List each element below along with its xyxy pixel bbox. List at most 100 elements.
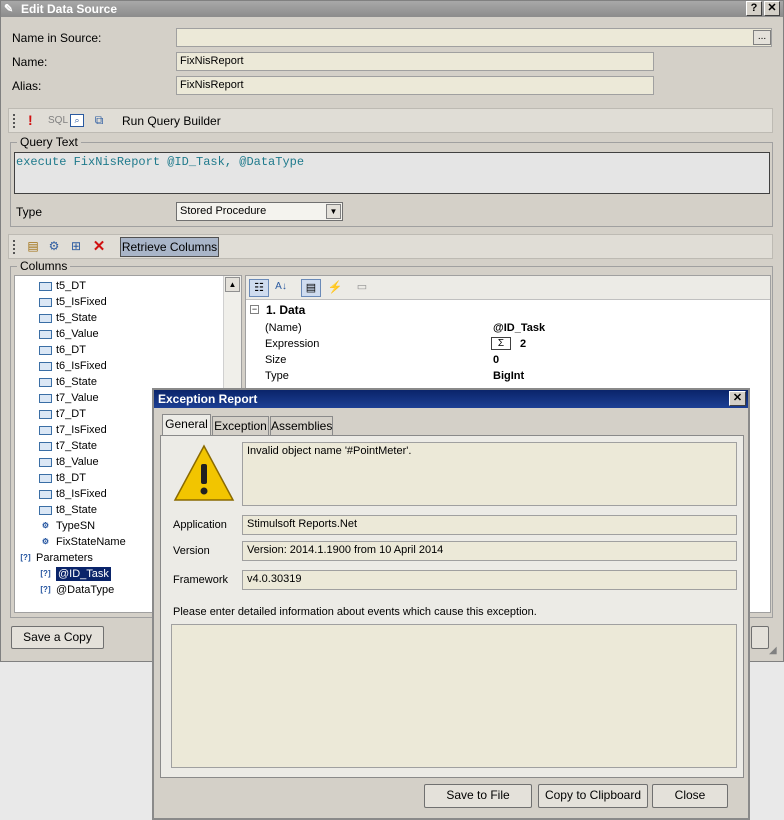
parameters-folder-icon: [?] bbox=[20, 553, 31, 563]
property-value[interactable]: 2 bbox=[520, 336, 526, 352]
save-to-file-button[interactable]: Save to File bbox=[424, 784, 532, 808]
query-builder-icon[interactable]: ⧉ bbox=[91, 113, 107, 128]
copy-to-clipboard-button[interactable]: Copy to Clipboard bbox=[538, 784, 648, 808]
close-button[interactable]: ✕ bbox=[764, 1, 780, 16]
column-icon bbox=[39, 345, 52, 355]
pencil-icon: ✎ bbox=[4, 3, 14, 15]
help-button[interactable]: ? bbox=[746, 1, 762, 16]
tree-item-column[interactable]: t5_IsFixed bbox=[19, 294, 225, 310]
tab-general[interactable]: General bbox=[162, 414, 211, 436]
column-name: t7_IsFixed bbox=[56, 424, 107, 436]
column-icon bbox=[39, 409, 52, 419]
sigma-icon[interactable]: Σ bbox=[491, 337, 511, 350]
column-name: t5_DT bbox=[56, 280, 86, 292]
column-icon bbox=[39, 281, 52, 291]
framework-label: Framework bbox=[173, 574, 229, 586]
new-column-icon[interactable]: ▤ bbox=[25, 239, 41, 254]
column-name: t6_Value bbox=[56, 328, 99, 340]
version-field[interactable]: Version: 2014.1.1900 from 10 April 2014 bbox=[242, 541, 737, 561]
type-label: Type bbox=[16, 205, 43, 219]
search-query-icon[interactable]: ⌕ bbox=[70, 114, 84, 127]
exclamation-icon[interactable]: ! bbox=[28, 112, 33, 128]
property-category: 1. Data bbox=[266, 303, 306, 317]
framework-field[interactable]: v4.0.30319 bbox=[242, 570, 737, 590]
new-parameter-icon[interactable]: ⊞ bbox=[68, 239, 84, 254]
retrieve-columns-button[interactable]: Retrieve Columns bbox=[120, 237, 219, 257]
query-toolbar: ! SQL ⌕ ⧉ Run Query Builder bbox=[8, 108, 773, 133]
property-value[interactable]: BigInt bbox=[493, 368, 524, 384]
columns-toolbar: ▤ ⚙ ⊞ ✕ Retrieve Columns bbox=[8, 234, 773, 259]
property-name: Type bbox=[265, 370, 289, 382]
type-select[interactable]: Stored Procedure ▼ bbox=[176, 202, 343, 221]
column-name: t7_Value bbox=[56, 392, 99, 404]
ok-button-partial[interactable] bbox=[751, 626, 769, 649]
toolbar-grip bbox=[13, 114, 16, 128]
parameter-name-selected: @ID_Task bbox=[56, 567, 111, 581]
run-query-builder-button[interactable]: Run Query Builder bbox=[122, 114, 221, 128]
column-name: t8_IsFixed bbox=[56, 488, 107, 500]
name-in-source-field[interactable] bbox=[176, 28, 772, 47]
tree-item-column[interactable]: t6_Value bbox=[19, 326, 225, 342]
column-icon bbox=[39, 425, 52, 435]
chevron-down-icon[interactable]: ▼ bbox=[326, 204, 341, 219]
calculated-column-icon: ⚙ bbox=[41, 537, 50, 547]
details-textarea[interactable] bbox=[171, 624, 737, 768]
alias-field[interactable]: FixNisReport bbox=[176, 76, 654, 95]
property-name: Size bbox=[265, 354, 287, 366]
alphabetical-sort-icon[interactable]: A↓ bbox=[271, 279, 291, 297]
property-grid-toolbar: ☷ A↓ ▤ ⚡ ▭ bbox=[246, 276, 770, 300]
tab-exception[interactable]: Exception bbox=[212, 416, 269, 436]
application-label: Application bbox=[173, 519, 227, 531]
column-name: TypeSN bbox=[56, 520, 96, 532]
tree-item-column[interactable]: t6_IsFixed bbox=[19, 358, 225, 374]
columns-group-title: Columns bbox=[17, 259, 71, 273]
save-a-copy-button[interactable]: Save a Copy bbox=[11, 626, 104, 649]
categorized-icon[interactable]: ☷ bbox=[249, 279, 269, 297]
new-calculated-column-icon[interactable]: ⚙ bbox=[46, 239, 62, 254]
close-button[interactable]: Close bbox=[652, 784, 728, 808]
properties-icon[interactable]: ▤ bbox=[301, 279, 321, 297]
name-field[interactable]: FixNisReport bbox=[176, 52, 654, 71]
column-icon bbox=[39, 377, 52, 387]
column-icon bbox=[39, 297, 52, 307]
type-select-value: Stored Procedure bbox=[180, 205, 267, 217]
delete-icon[interactable]: ✕ bbox=[91, 237, 107, 255]
parameter-name: @DataType bbox=[56, 584, 115, 596]
warning-icon bbox=[173, 444, 235, 501]
collapse-icon[interactable]: − bbox=[250, 305, 259, 314]
tree-item-column[interactable]: t6_DT bbox=[19, 342, 225, 358]
dialog-close-icon[interactable]: ✕ bbox=[729, 391, 746, 406]
resize-grip-icon[interactable]: ◢ bbox=[769, 645, 777, 656]
column-name: t7_State bbox=[56, 440, 97, 452]
calculated-column-icon: ⚙ bbox=[41, 521, 50, 531]
name-label: Name: bbox=[12, 55, 48, 69]
sql-button[interactable]: SQL bbox=[48, 115, 68, 126]
column-name: t8_DT bbox=[56, 472, 86, 484]
dialog-title-bar: Exception Report ✕ bbox=[154, 390, 748, 408]
property-value[interactable]: 0 bbox=[493, 352, 499, 368]
column-icon bbox=[39, 457, 52, 467]
property-pages-icon[interactable]: ▭ bbox=[352, 279, 372, 297]
column-icon bbox=[39, 473, 52, 483]
column-name: t8_Value bbox=[56, 456, 99, 468]
scroll-up-icon[interactable]: ▲ bbox=[225, 277, 240, 292]
column-name: t6_DT bbox=[56, 344, 86, 356]
query-text-editor[interactable]: execute FixNisReport @ID_Task, @DataType bbox=[14, 152, 770, 194]
window-title: Edit Data Source bbox=[21, 2, 118, 16]
details-prompt: Please enter detailed information about … bbox=[173, 606, 537, 618]
column-name: t6_State bbox=[56, 376, 97, 388]
application-field[interactable]: Stimulsoft Reports.Net bbox=[242, 515, 737, 535]
dialog-title: Exception Report bbox=[158, 392, 258, 406]
column-icon bbox=[39, 393, 52, 403]
property-value[interactable]: @ID_Task bbox=[493, 320, 545, 336]
parameter-icon: [?] bbox=[40, 569, 51, 579]
tab-assemblies[interactable]: Assemblies bbox=[270, 416, 333, 436]
tree-item-column[interactable]: t5_State bbox=[19, 310, 225, 326]
column-icon bbox=[39, 505, 52, 515]
events-icon[interactable]: ⚡ bbox=[325, 279, 345, 297]
browse-button[interactable]: ... bbox=[753, 30, 771, 45]
tree-item-column[interactable]: t5_DT bbox=[19, 278, 225, 294]
exception-message[interactable]: Invalid object name '#PointMeter'. bbox=[242, 442, 737, 506]
column-icon bbox=[39, 489, 52, 499]
title-bar: ✎ Edit Data Source ? ✕ bbox=[1, 1, 783, 17]
